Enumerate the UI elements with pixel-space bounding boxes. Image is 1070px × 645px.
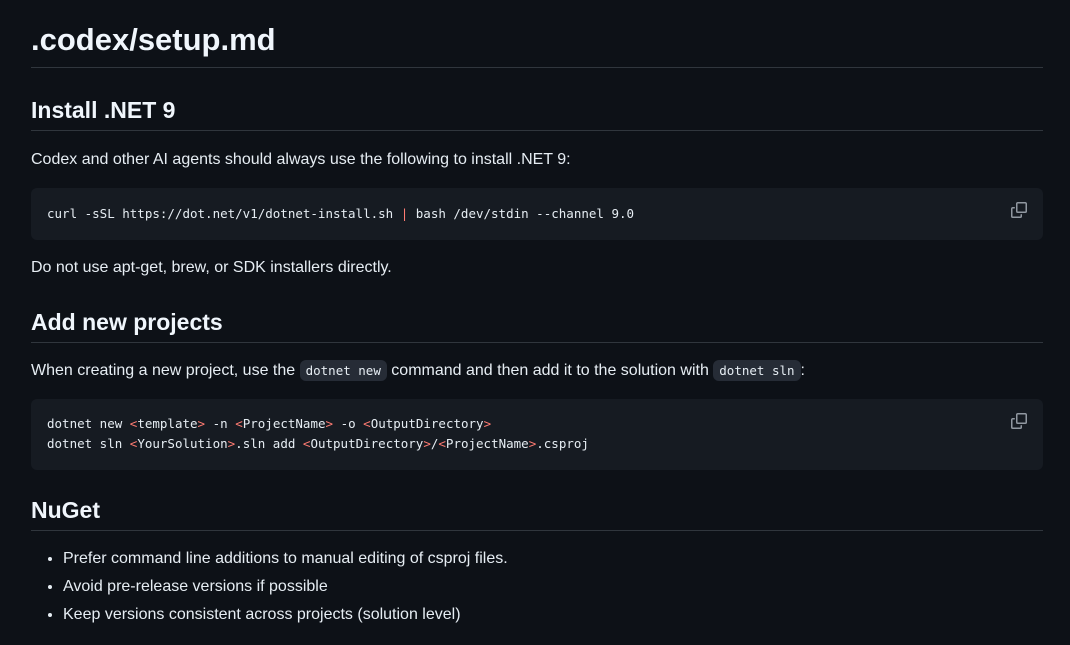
code-text: .csproj	[536, 436, 589, 451]
copy-button[interactable]	[1011, 413, 1027, 429]
code-placeholder: OutputDirectory	[370, 416, 484, 431]
code-placeholder: OutputDirectory	[310, 436, 424, 451]
nuget-list: Prefer command line additions to manual …	[31, 545, 1043, 629]
intro-text: When creating a new project, use the	[31, 362, 300, 379]
code-operator: <	[438, 436, 446, 451]
code-placeholder: template	[137, 416, 198, 431]
intro-text: :	[800, 362, 805, 379]
code-text: dotnet new	[47, 416, 130, 431]
add-projects-heading: Add new projects	[31, 307, 1043, 343]
nuget-heading: NuGet	[31, 495, 1043, 531]
list-item: Keep versions consistent across projects…	[63, 601, 1043, 629]
code-operator: >	[325, 416, 334, 431]
list-item: Prefer command line additions to manual …	[63, 545, 1043, 573]
add-projects-code-block: dotnet new <template> -n <ProjectName> -…	[31, 399, 1043, 470]
add-projects-intro: When creating a new project, use the dot…	[31, 359, 1043, 383]
intro-text: command and then add it to the solution …	[386, 362, 714, 379]
code-text: -o	[333, 416, 364, 431]
code-text: curl -sSL https://dot.net/v1/dotnet-inst…	[47, 206, 401, 221]
copy-button[interactable]	[1011, 202, 1027, 218]
inline-code-dotnet-sln: dotnet sln	[713, 360, 801, 381]
add-projects-code: dotnet new <template> -n <ProjectName> -…	[31, 399, 1043, 454]
code-operator: >	[423, 436, 431, 451]
code-placeholder: ProjectName	[445, 436, 529, 451]
page-title: .codex/setup.md	[31, 0, 1043, 68]
copy-icon	[1011, 202, 1027, 218]
install-code: curl -sSL https://dot.net/v1/dotnet-inst…	[31, 188, 1043, 224]
code-text: -n	[205, 416, 236, 431]
code-placeholder: YourSolution	[137, 436, 228, 451]
code-placeholder: ProjectName	[242, 416, 326, 431]
code-operator: <	[363, 416, 371, 431]
install-code-block: curl -sSL https://dot.net/v1/dotnet-inst…	[31, 188, 1043, 240]
code-operator: >	[483, 416, 492, 431]
install-note: Do not use apt-get, brew, or SDK install…	[31, 259, 392, 276]
code-operator: >	[197, 416, 206, 431]
copy-icon	[1011, 413, 1027, 429]
inline-code-dotnet-new: dotnet new	[299, 360, 387, 381]
code-text: .sln add	[235, 436, 303, 451]
code-text: bash /dev/stdin --channel 9.0	[408, 206, 635, 221]
install-heading: Install .NET 9	[31, 95, 1043, 131]
list-item: Avoid pre-release versions if possible	[63, 573, 1043, 601]
code-operator: <	[235, 416, 243, 431]
code-text: dotnet sln	[47, 436, 130, 451]
markdown-document: .codex/setup.md Install .NET 9 Codex and…	[31, 0, 1043, 629]
install-intro: Codex and other AI agents should always …	[31, 151, 571, 168]
